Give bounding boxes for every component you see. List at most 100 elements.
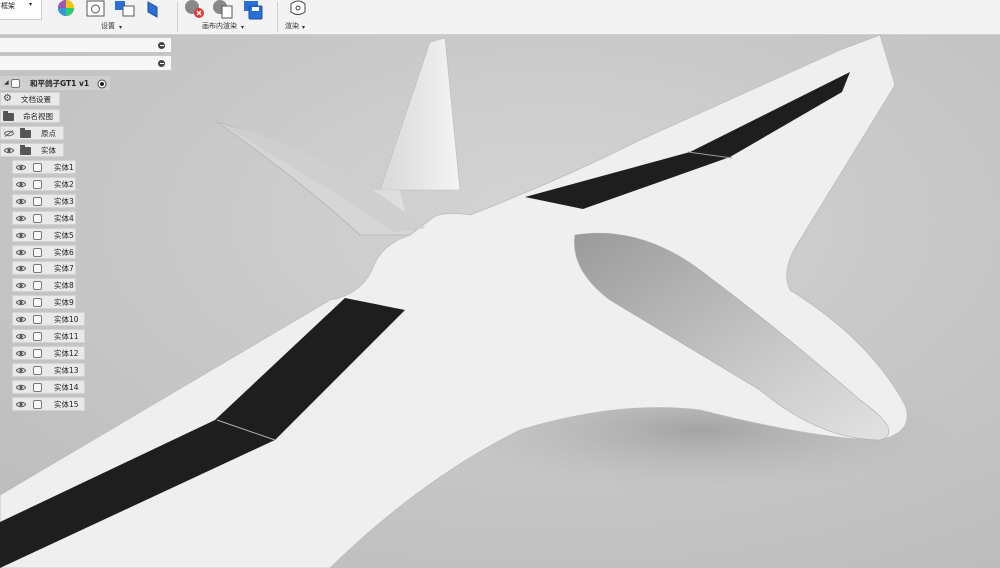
body-node[interactable]: 实体8	[12, 278, 76, 293]
body-icon	[33, 298, 42, 308]
render-group: 渲染 ▾	[282, 0, 322, 34]
radio-active-icon[interactable]	[97, 79, 107, 89]
body-label: 实体1	[54, 163, 74, 172]
eye-icon[interactable]	[16, 384, 26, 391]
in-canvas-render-group-label[interactable]: 画布内渲染	[202, 21, 237, 31]
body-icon	[33, 179, 42, 189]
gear-icon: ⚙	[3, 93, 12, 104]
folder-icon	[20, 128, 31, 138]
body-label: 实体5	[54, 230, 74, 240]
eye-icon[interactable]	[16, 350, 26, 357]
eye-icon[interactable]	[16, 249, 26, 256]
render-group-label[interactable]: 渲染	[285, 21, 299, 31]
origin-label: 原点	[41, 129, 56, 138]
body-node[interactable]: 实体12	[12, 345, 85, 360]
eye-icon[interactable]	[16, 198, 26, 205]
eye-icon[interactable]	[16, 282, 26, 289]
body-node[interactable]: 实体5	[12, 227, 76, 242]
body-label: 实体7	[54, 264, 74, 274]
body-label: 实体2	[54, 179, 74, 189]
eye-icon[interactable]	[16, 265, 26, 272]
body-node[interactable]: 实体3	[12, 193, 76, 208]
browser-bar[interactable]	[0, 55, 172, 71]
named-views-node[interactable]: 命名视图	[0, 109, 60, 123]
body-node[interactable]: 实体6	[12, 244, 76, 259]
collapse-icon[interactable]	[158, 42, 165, 49]
eye-icon[interactable]	[16, 333, 26, 340]
eye-icon[interactable]	[16, 232, 26, 239]
body-icon	[33, 264, 42, 274]
caret-down-icon[interactable]: ◢	[4, 79, 9, 86]
divider	[277, 2, 278, 32]
collapse-icon[interactable]	[158, 60, 165, 67]
bodies-folder-node[interactable]: 实体	[0, 143, 64, 157]
root-component-label: 和平鸽子GT1 v1	[30, 79, 90, 88]
toolbar-ribbon: 框架 ▾ 设置 ▾ 画布内渲染 ▾ 渲染 ▾	[0, 0, 1000, 35]
body-icon	[33, 332, 42, 341]
body-label: 实体3	[54, 196, 74, 206]
body-label: 实体8	[54, 281, 74, 291]
body-icon	[33, 382, 42, 392]
body-icon	[33, 281, 42, 291]
body-icon	[33, 399, 42, 409]
browser-header-bar[interactable]	[0, 37, 172, 53]
save-render-icon[interactable]	[242, 0, 264, 20]
body-icon	[33, 213, 42, 223]
canvas-viewport[interactable]	[0, 34, 1000, 568]
origin-node[interactable]: 原点	[0, 126, 64, 140]
body-icon	[33, 230, 42, 240]
body-label: 实体14	[54, 382, 79, 392]
body-icon	[33, 163, 42, 172]
eye-icon[interactable]	[16, 181, 26, 188]
body-icon	[33, 315, 42, 325]
eye-hidden-icon[interactable]	[4, 130, 14, 137]
render-icon[interactable]	[287, 0, 309, 18]
chevron-down-icon: ▾	[29, 1, 33, 8]
body-node[interactable]: 实体11	[12, 329, 85, 343]
body-node[interactable]: 实体1	[12, 160, 76, 174]
capture-image-icon[interactable]	[212, 0, 234, 20]
settings-group: 设置 ▾	[48, 0, 174, 34]
eye-icon[interactable]	[16, 299, 26, 306]
scene-settings-icon[interactable]	[86, 0, 106, 18]
body-label: 实体9	[54, 298, 74, 308]
body-node[interactable]: 实体15	[12, 396, 85, 411]
body-label: 实体13	[54, 365, 79, 375]
folder-icon	[20, 145, 31, 155]
eye-icon[interactable]	[4, 147, 14, 154]
body-label: 实体15	[54, 399, 79, 409]
chevron-down-icon: ▾	[241, 24, 245, 31]
in-canvas-render-group: 画布内渲染 ▾	[182, 0, 274, 34]
doc-settings-label: 文档设置	[21, 95, 51, 104]
appearance-icon[interactable]	[56, 0, 76, 18]
body-node[interactable]: 实体7	[12, 261, 76, 276]
body-node[interactable]: 实体2	[12, 176, 76, 191]
body-node[interactable]: 实体14	[12, 379, 85, 394]
body-label: 实体10	[54, 315, 79, 325]
body-icon	[33, 348, 42, 358]
body-node[interactable]: 实体9	[12, 295, 76, 310]
workspace-menu-label: 框架	[1, 2, 15, 10]
eye-icon[interactable]	[16, 215, 26, 222]
eye-icon[interactable]	[16, 367, 26, 374]
workspace-menu[interactable]: 框架 ▾	[0, 0, 44, 34]
body-label: 实体11	[54, 332, 79, 341]
ground-plane-icon[interactable]	[146, 0, 160, 18]
root-component-node[interactable]: ◢ 和平鸽子GT1 v1	[0, 76, 110, 90]
body-node[interactable]: 实体4	[12, 210, 76, 225]
body-label: 实体4	[54, 213, 74, 223]
bodies-folder-label: 实体	[41, 146, 56, 155]
settings-group-label[interactable]: 设置	[101, 21, 115, 31]
body-icon	[33, 247, 42, 257]
body-node[interactable]: 实体10	[12, 312, 85, 327]
render-stop-icon[interactable]	[184, 0, 206, 20]
chevron-down-icon: ▾	[119, 24, 123, 31]
component-icon	[11, 79, 20, 88]
eye-icon[interactable]	[16, 164, 26, 171]
textures-icon[interactable]	[114, 0, 136, 18]
body-icon	[33, 196, 42, 206]
doc-settings-node[interactable]: ⚙ 文档设置	[0, 92, 60, 106]
eye-icon[interactable]	[16, 316, 26, 323]
eye-icon[interactable]	[16, 401, 26, 408]
body-node[interactable]: 实体13	[12, 362, 85, 377]
